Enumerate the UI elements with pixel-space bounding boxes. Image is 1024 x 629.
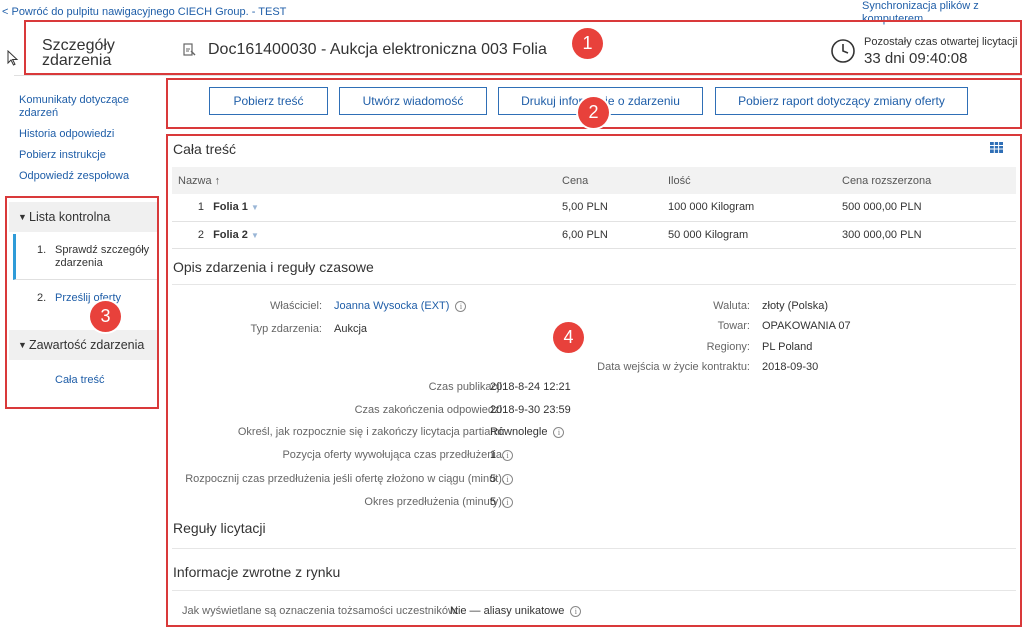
checklist-header[interactable]: ▼ Lista kontrolna	[9, 202, 157, 232]
sidebar-link-event-messages[interactable]: Komunikaty dotyczące zdarzeń	[19, 94, 134, 120]
callout-box-content	[166, 134, 1022, 627]
back-to-dashboard-link[interactable]: < Powróć do pulpitu nawigacyjnego CIECH …	[2, 6, 286, 18]
mouse-cursor-icon	[7, 50, 19, 66]
sidebar-link-response-history[interactable]: Historia odpowiedzi	[19, 128, 159, 141]
callout-badge-2: 2	[578, 97, 609, 128]
callout-badge-4: 4	[553, 322, 584, 353]
callout-badge-3: 3	[90, 301, 121, 332]
sidebar-links: Komunikaty dotyczące zdarzeń Historia od…	[19, 94, 159, 191]
contents-item-all[interactable]: Cała treść	[13, 374, 157, 390]
sidebar-link-team-response[interactable]: Odpowiedź zespołowa	[19, 170, 159, 183]
checklist-step-submit[interactable]: 2. Prześlij oferty	[13, 290, 157, 310]
sidebar-link-download-instructions[interactable]: Pobierz instrukcje	[19, 149, 159, 162]
collapse-icon: ▼	[18, 340, 27, 350]
checklist-panel: ▼ Lista kontrolna 1. Sprawdź szczegóły z…	[5, 196, 159, 409]
callout-box-header	[24, 20, 1022, 75]
callout-badge-1: 1	[572, 28, 603, 59]
checklist-step-review[interactable]: 1. Sprawdź szczegóły zdarzenia	[13, 234, 157, 280]
collapse-icon: ▼	[18, 212, 27, 222]
event-contents-header[interactable]: ▼ Zawartość zdarzenia	[9, 330, 157, 360]
